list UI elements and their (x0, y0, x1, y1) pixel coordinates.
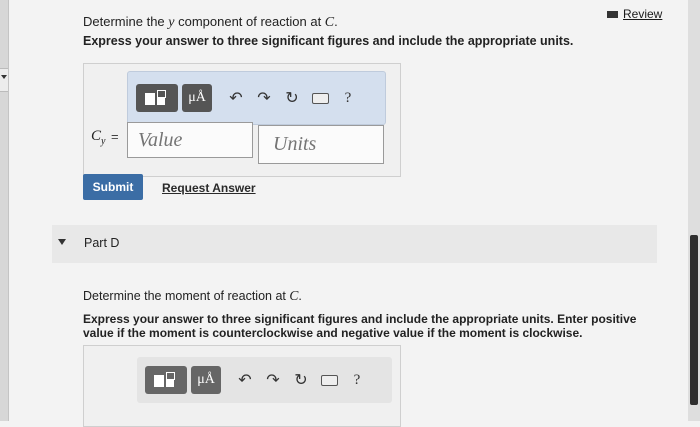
question-suffix: . (334, 14, 338, 29)
keyboard-icon[interactable] (306, 84, 334, 112)
question-text: Determine the y component of reaction at… (83, 14, 338, 31)
template-button[interactable] (145, 366, 187, 394)
template-icon (145, 90, 169, 106)
variable-main: C (91, 128, 102, 144)
scrollbar-thumb[interactable] (690, 235, 698, 405)
question-point: C (324, 15, 335, 30)
help-icon[interactable]: ? (343, 366, 371, 394)
left-panel-edge (0, 0, 9, 421)
equals-sign: = (111, 129, 119, 144)
part-d-question-suffix: . (298, 289, 302, 303)
part-d-instruction: Express your answer to three significant… (83, 312, 637, 340)
value-input[interactable] (127, 122, 253, 158)
template-icon (154, 372, 178, 388)
review-icon (607, 10, 618, 18)
part-d-question: Determine the moment of reaction at C. (83, 288, 302, 304)
keyboard-icon[interactable] (315, 366, 343, 394)
units-input[interactable] (258, 125, 384, 164)
part-d-question-prefix: Determine the moment of reaction at (83, 289, 290, 303)
submit-button[interactable]: Submit (83, 174, 143, 200)
mu-angstrom-button[interactable]: μÅ (191, 366, 221, 394)
math-toolbar: μÅ ↶ ↷ ↻ ? (127, 71, 386, 125)
help-icon[interactable]: ? (334, 84, 362, 112)
question-middle: component of reaction at (174, 14, 325, 29)
part-d-header[interactable] (52, 225, 657, 263)
collapse-tab[interactable] (0, 68, 8, 92)
mu-angstrom-button[interactable]: μÅ (182, 84, 212, 112)
part-d-label[interactable]: Part D (84, 236, 119, 250)
scrollbar[interactable] (688, 0, 700, 421)
review-link[interactable]: Review (623, 7, 662, 21)
review-link-group[interactable]: Review (607, 7, 662, 21)
question-instruction: Express your answer to three significant… (83, 34, 574, 48)
undo-icon[interactable]: ↶ (222, 84, 250, 112)
redo-icon[interactable]: ↷ (259, 366, 287, 394)
caret-down-icon (1, 75, 7, 79)
reset-icon[interactable]: ↻ (287, 366, 315, 394)
caret-down-icon (58, 239, 66, 245)
request-answer-link[interactable]: Request Answer (162, 181, 256, 195)
redo-icon[interactable]: ↷ (250, 84, 278, 112)
part-d-math-toolbar: μÅ ↶ ↷ ↻ ? (137, 357, 392, 403)
variable-label: Cy (91, 128, 105, 147)
variable-sub: y (101, 136, 106, 147)
reset-icon[interactable]: ↻ (278, 84, 306, 112)
template-button[interactable] (136, 84, 178, 112)
undo-icon[interactable]: ↶ (231, 366, 259, 394)
question-prefix: Determine the (83, 14, 169, 29)
